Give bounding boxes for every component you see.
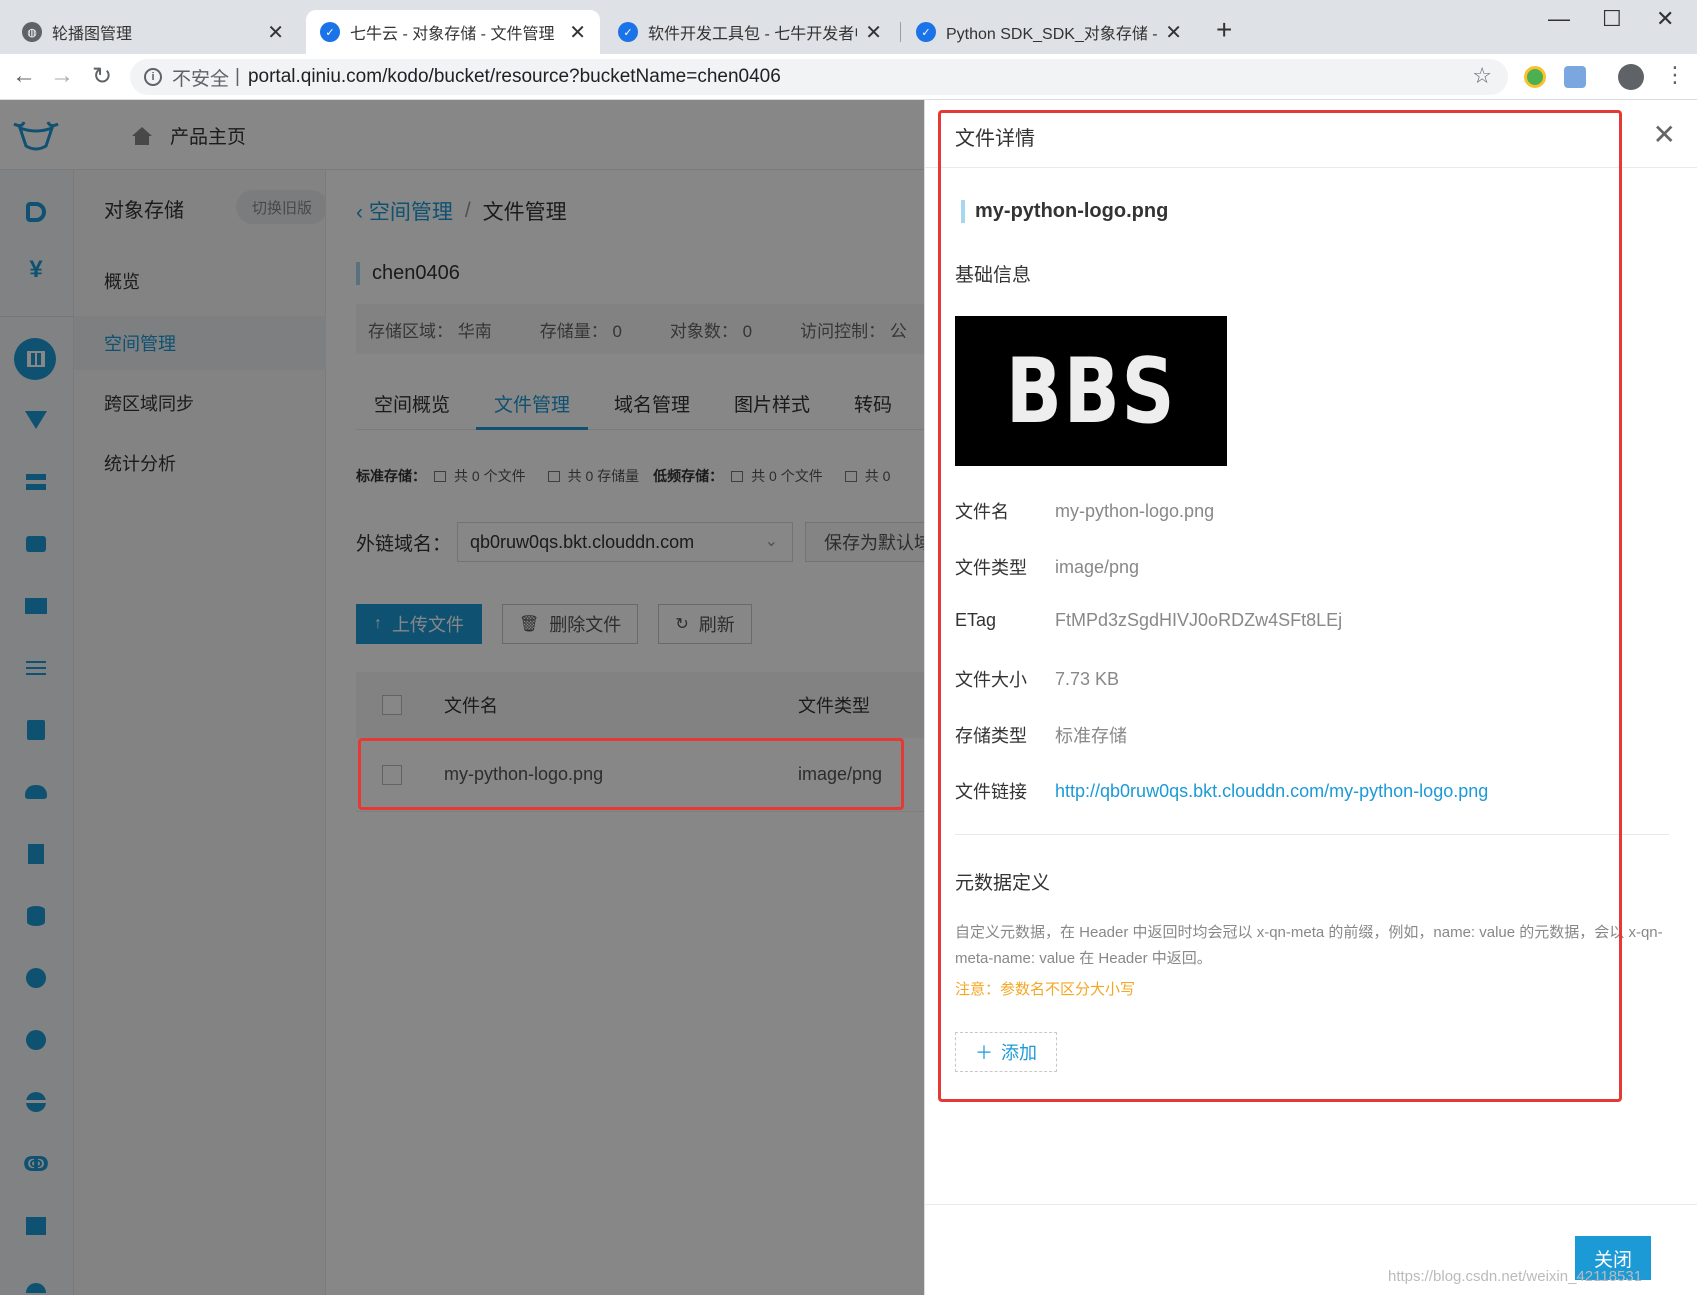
globe-icon: ◍ (22, 22, 42, 42)
browser-tab[interactable]: ✓ 软件开发工具包 - 七牛开发者中心 ✕ (604, 10, 896, 54)
url-text: portal.qiniu.com/kodo/bucket/resource?bu… (247, 66, 781, 87)
back-icon[interactable]: ← (12, 62, 36, 90)
url-field[interactable]: i 不安全 | portal.qiniu.com/kodo/bucket/res… (130, 59, 1508, 95)
forward-icon[interactable]: → (50, 62, 74, 90)
maximize-icon[interactable]: ☐ (1602, 6, 1622, 32)
drawer-footer-divider (925, 1204, 1697, 1205)
qiniu-favicon-icon: ✓ (916, 22, 936, 42)
browser-tab[interactable]: ✓ Python SDK_SDK_对象存储 - 七牛 ✕ (902, 10, 1196, 54)
extension-bird-icon[interactable] (1564, 66, 1586, 88)
new-tab-icon[interactable]: + (1216, 14, 1232, 46)
tab-separator (900, 22, 901, 42)
tab-title: 软件开发工具包 - 七牛开发者中心 (648, 26, 857, 43)
browser-tab-bar: ◍ 轮播图管理 ✕ ✓ 七牛云 - 对象存储 - 文件管理 ✕ ✓ 软件开发工具… (0, 0, 1697, 54)
watermark: https://blog.csdn.net/weixin_42118531 (1388, 1268, 1643, 1285)
tab-title: 轮播图管理 (52, 26, 133, 43)
detail-highlight-box (938, 110, 1622, 1102)
tab-close-icon[interactable]: ✕ (569, 20, 586, 45)
row-highlight-box (358, 738, 904, 810)
minimize-icon[interactable]: — (1548, 6, 1570, 32)
window-close-icon[interactable]: ✕ (1656, 6, 1674, 32)
reload-icon[interactable]: ↻ (92, 62, 112, 91)
extension-icon[interactable] (1524, 66, 1546, 88)
close-icon[interactable]: ✕ (1653, 118, 1676, 151)
bookmark-star-icon[interactable]: ☆ (1472, 63, 1492, 89)
qiniu-favicon-icon: ✓ (320, 22, 340, 42)
browser-tab-active[interactable]: ✓ 七牛云 - 对象存储 - 文件管理 ✕ (306, 10, 600, 54)
browser-tab[interactable]: ◍ 轮播图管理 ✕ (8, 10, 298, 54)
tab-title: Python SDK_SDK_对象存储 - 七牛 (946, 26, 1158, 43)
url-separator: | (235, 66, 240, 87)
browser-menu-icon[interactable]: ⋮ (1664, 62, 1686, 88)
tab-title: 七牛云 - 对象存储 - 文件管理 (350, 26, 555, 43)
insecure-label: 不安全 (172, 68, 230, 90)
address-bar: ← → ↻ i 不安全 | portal.qiniu.com/kodo/buck… (0, 54, 1697, 100)
tab-close-icon[interactable]: ✕ (1165, 20, 1182, 45)
profile-avatar-icon[interactable] (1618, 64, 1644, 90)
tab-close-icon[interactable]: ✕ (865, 20, 882, 45)
info-icon[interactable]: i (144, 68, 162, 86)
modal-backdrop[interactable] (0, 100, 924, 1295)
qiniu-favicon-icon: ✓ (618, 22, 638, 42)
tab-close-icon[interactable]: ✕ (267, 20, 284, 45)
